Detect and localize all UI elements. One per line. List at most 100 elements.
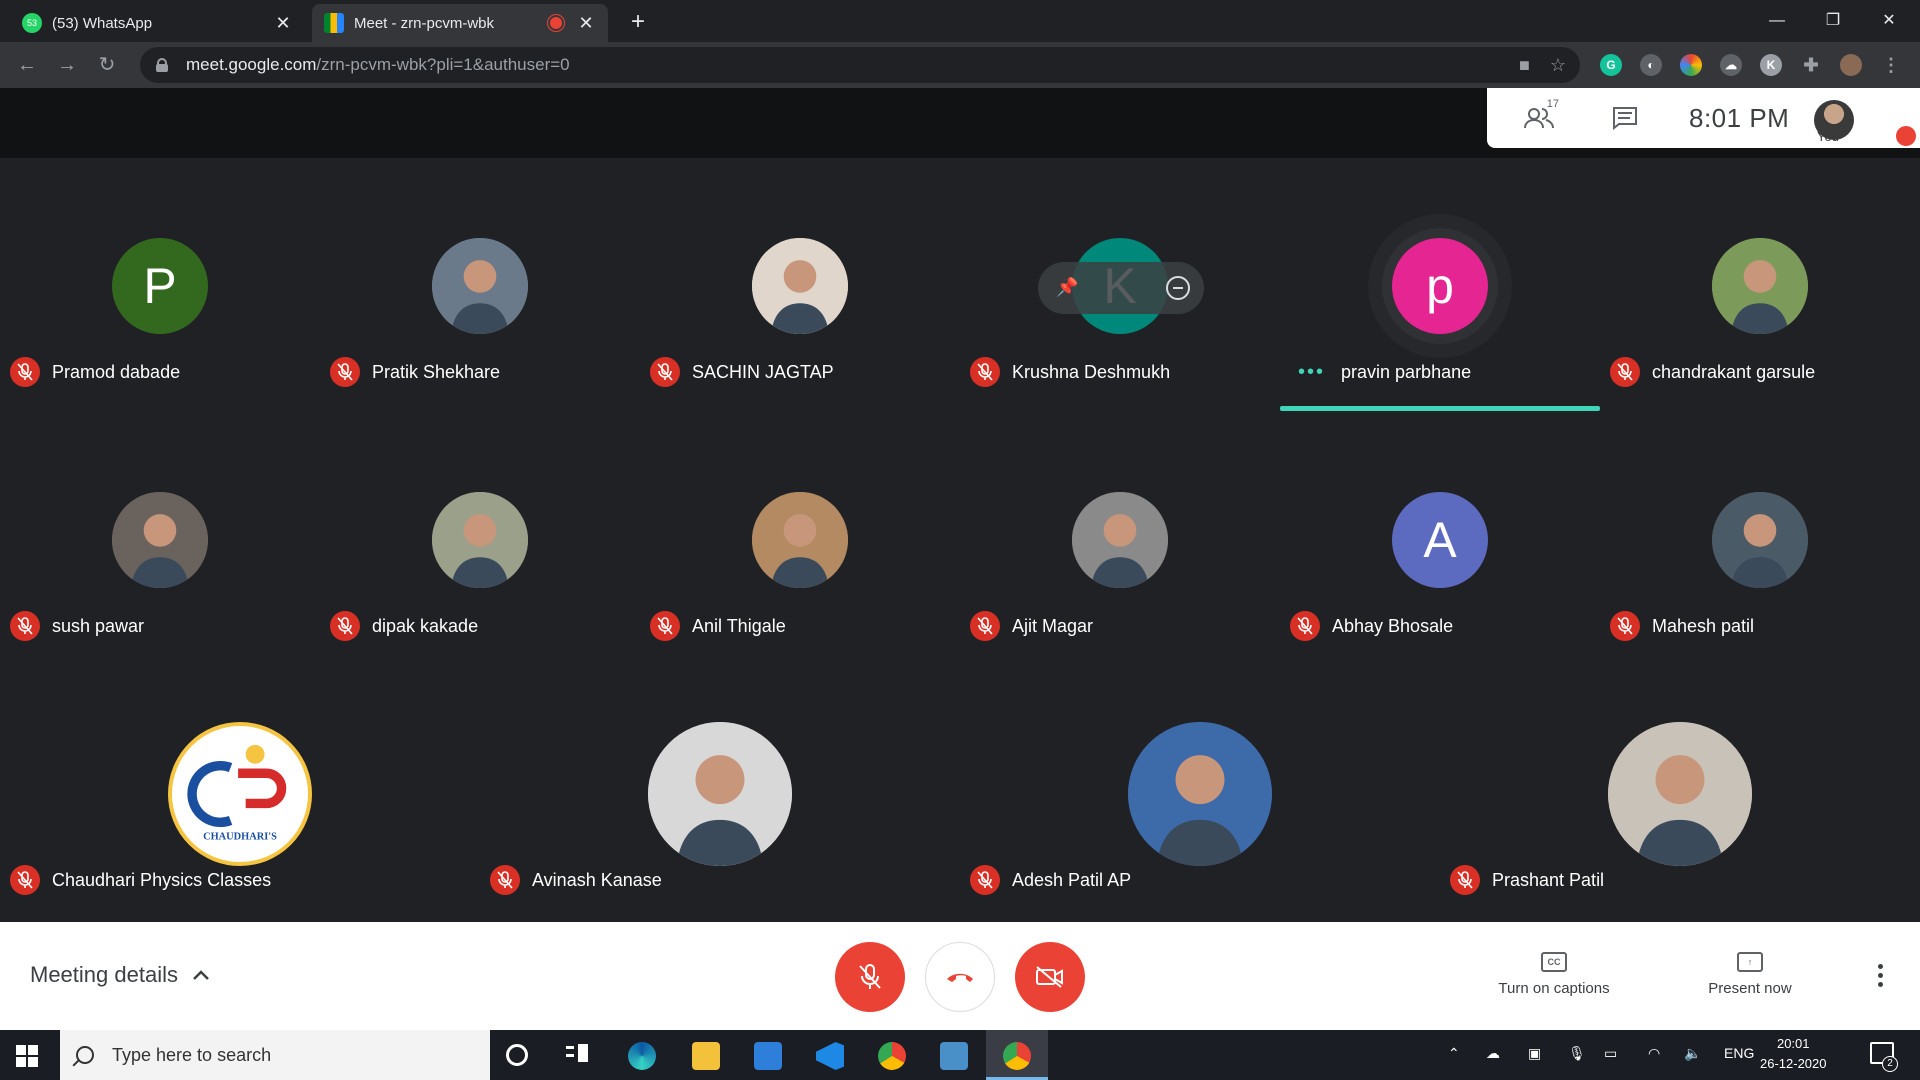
minimize-icon[interactable]: — — [1754, 6, 1800, 36]
participant-name: chandrakant garsule — [1652, 361, 1816, 382]
participant-photo — [648, 722, 792, 866]
participant-photo — [1128, 722, 1272, 866]
new-tab-button[interactable]: + — [624, 8, 652, 36]
windows-start-icon[interactable] — [16, 1045, 38, 1067]
url-host: meet.google.com — [186, 55, 317, 74]
meeting-details-button[interactable]: Meeting details — [30, 962, 210, 988]
muted-mic-icon — [330, 357, 360, 387]
participant-photo — [1072, 492, 1168, 588]
taskbar-clock[interactable]: 20:01 26-12-2020 — [1760, 1034, 1827, 1074]
muted-mic-icon — [10, 357, 40, 387]
close-tab-icon[interactable]: ✕ — [576, 13, 596, 34]
chrome-profile-icon — [1003, 1042, 1031, 1070]
chevron-up-icon — [193, 970, 209, 980]
address-bar[interactable]: meet.google.com/zrn-pcvm-wbk?pli=1&authu… — [140, 47, 1580, 83]
tile-hover-actions: 📌 — [1038, 262, 1204, 314]
people-icon — [1524, 108, 1554, 129]
grammarly-icon[interactable]: G — [1600, 54, 1622, 76]
participant-name-row: Adesh Patil AP — [970, 864, 1131, 896]
participant-avatar — [1072, 492, 1168, 588]
participants-button[interactable]: 17 — [1517, 96, 1561, 140]
whatsapp-icon: 53 — [22, 13, 42, 33]
extensions-puzzle-icon[interactable]: ✚ — [1800, 54, 1822, 76]
pin-icon[interactable]: 📌 — [1056, 277, 1078, 298]
participant-name-row: chandrakant garsule — [1610, 356, 1815, 388]
participant-avatar — [432, 492, 528, 588]
meet-now-icon[interactable]: ▣ — [1528, 1045, 1541, 1062]
camera-toggle-button[interactable] — [1015, 942, 1085, 1012]
meeting-details-label: Meeting details — [30, 962, 178, 987]
muted-mic-icon — [970, 611, 1000, 641]
participant-name: dipak kakade — [372, 615, 479, 636]
remove-icon[interactable] — [1166, 276, 1190, 300]
color-picker-icon[interactable] — [1680, 54, 1702, 76]
taskbar-time: 20:01 — [1776, 1036, 1810, 1051]
participant-avatar — [752, 238, 848, 334]
speaking-dots-icon: ••• — [1298, 360, 1326, 383]
chrome-icon[interactable] — [878, 1042, 906, 1070]
participant-name-row: Prashant Patil — [1450, 864, 1604, 896]
more-options-icon[interactable] — [1878, 964, 1883, 987]
participant-count: 17 — [1546, 98, 1559, 110]
muted-mic-icon — [970, 865, 1000, 895]
back-icon[interactable]: ← — [14, 52, 40, 78]
extension-k-icon[interactable]: K — [1760, 54, 1782, 76]
input-language[interactable]: ENG — [1724, 1045, 1754, 1061]
meeting-controls-bar: Meeting details CC Turn on captions ↑ Pr… — [0, 922, 1920, 1030]
bookmark-star-icon[interactable]: ☆ — [1550, 55, 1566, 76]
participant-name: Prashant Patil — [1492, 869, 1605, 890]
participant-name-row: Avinash Kanase — [490, 864, 662, 896]
present-now-button[interactable]: ↑ Present now — [1690, 952, 1810, 997]
participant-photo — [752, 238, 848, 334]
vscode-icon[interactable] — [816, 1042, 844, 1070]
chaudhari-logo: CHAUDHARI'S — [173, 727, 307, 861]
mail-icon[interactable] — [754, 1042, 782, 1070]
taskbar-search-box[interactable]: Type here to search — [60, 1030, 490, 1080]
chat-button[interactable] — [1603, 96, 1647, 140]
participant-avatar: P — [112, 238, 208, 334]
participant-avatar — [1712, 238, 1808, 334]
participant-avatar: p — [1392, 238, 1488, 334]
battery-icon[interactable]: ▭ — [1604, 1045, 1617, 1062]
notification-count: 2 — [1882, 1056, 1898, 1072]
active-chrome-taskbar-item[interactable] — [986, 1030, 1048, 1080]
volume-icon[interactable]: 🔈 — [1684, 1045, 1701, 1062]
show-hidden-icons-icon[interactable]: ⌃ — [1448, 1045, 1460, 1062]
cloud-extension-icon[interactable]: ☁ — [1720, 54, 1742, 76]
participant-name-row: Pramod dabade — [10, 356, 180, 388]
participant-photo — [752, 492, 848, 588]
tab-whatsapp[interactable]: 53 (53) WhatsApp ✕ — [10, 4, 305, 42]
muted-mic-icon — [970, 357, 1000, 387]
extension-moon-icon[interactable]: ◐ — [1640, 54, 1662, 76]
wifi-icon[interactable]: ◠ — [1648, 1045, 1660, 1062]
participant-name: SACHIN JAGTAP — [692, 361, 834, 382]
url-path: /zrn-pcvm-wbk?pli=1&authuser=0 — [316, 55, 570, 74]
tab-title: (53) WhatsApp — [52, 14, 153, 32]
participant-avatar — [1608, 722, 1752, 866]
profile-avatar[interactable] — [1840, 54, 1862, 76]
mic-toggle-button[interactable] — [835, 942, 905, 1012]
restore-icon[interactable]: ❐ — [1810, 6, 1856, 36]
reload-icon[interactable]: ↻ — [94, 52, 120, 78]
microphone-icon[interactable]: 🎙 — [1568, 1045, 1586, 1062]
file-explorer-icon[interactable] — [692, 1042, 720, 1070]
close-window-icon[interactable]: ✕ — [1866, 6, 1912, 36]
onedrive-icon[interactable]: ☁ — [1486, 1045, 1500, 1062]
edge-icon[interactable] — [628, 1042, 656, 1070]
lock-icon — [156, 58, 168, 72]
participant-avatar — [432, 238, 528, 334]
tab-meet[interactable]: Meet - zrn-pcvm-wbk ✕ — [312, 4, 608, 42]
remote-desktop-icon[interactable] — [940, 1042, 968, 1070]
search-icon — [76, 1046, 94, 1064]
forward-icon[interactable]: → — [54, 52, 80, 78]
meeting-info-panel: 17 8:01 PM You — [1487, 88, 1920, 148]
muted-mic-icon — [1290, 611, 1320, 641]
leave-call-button[interactable] — [925, 942, 995, 1012]
captions-button[interactable]: CC Turn on captions — [1486, 952, 1622, 997]
camera-icon[interactable]: ■ — [1519, 55, 1530, 76]
chrome-menu-icon[interactable]: ⋮ — [1880, 54, 1902, 76]
participant-name-row: Abhay Bhosale — [1290, 610, 1453, 642]
cortana-icon[interactable] — [506, 1044, 528, 1066]
task-view-icon[interactable] — [566, 1042, 590, 1066]
close-tab-icon[interactable]: ✕ — [273, 13, 293, 34]
